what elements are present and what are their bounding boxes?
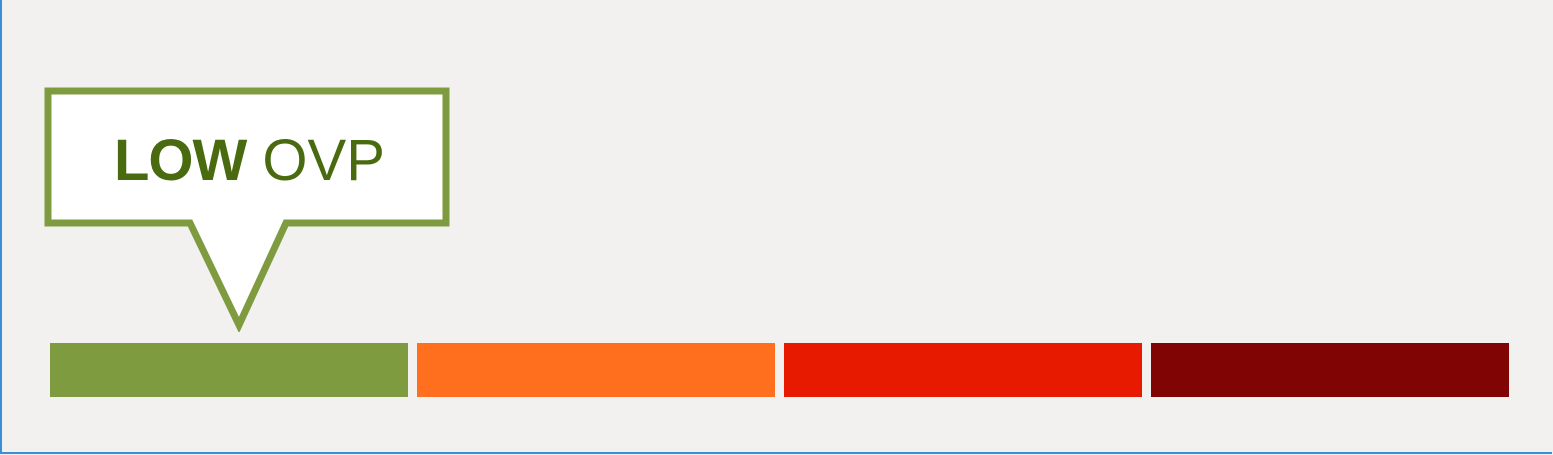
level-scale: [50, 343, 1509, 397]
scale-segment-high: [784, 343, 1142, 397]
level-suffix: OVP: [262, 128, 385, 193]
level-label: LOW OVP: [114, 129, 385, 193]
level-word: LOW: [114, 128, 247, 193]
scale-segment-moderate: [417, 343, 775, 397]
scale-segment-very-high: [1151, 343, 1509, 397]
level-callout: LOW OVP: [44, 87, 450, 332]
callout-bubble: [44, 87, 450, 332]
scale-segment-low: [50, 343, 408, 397]
